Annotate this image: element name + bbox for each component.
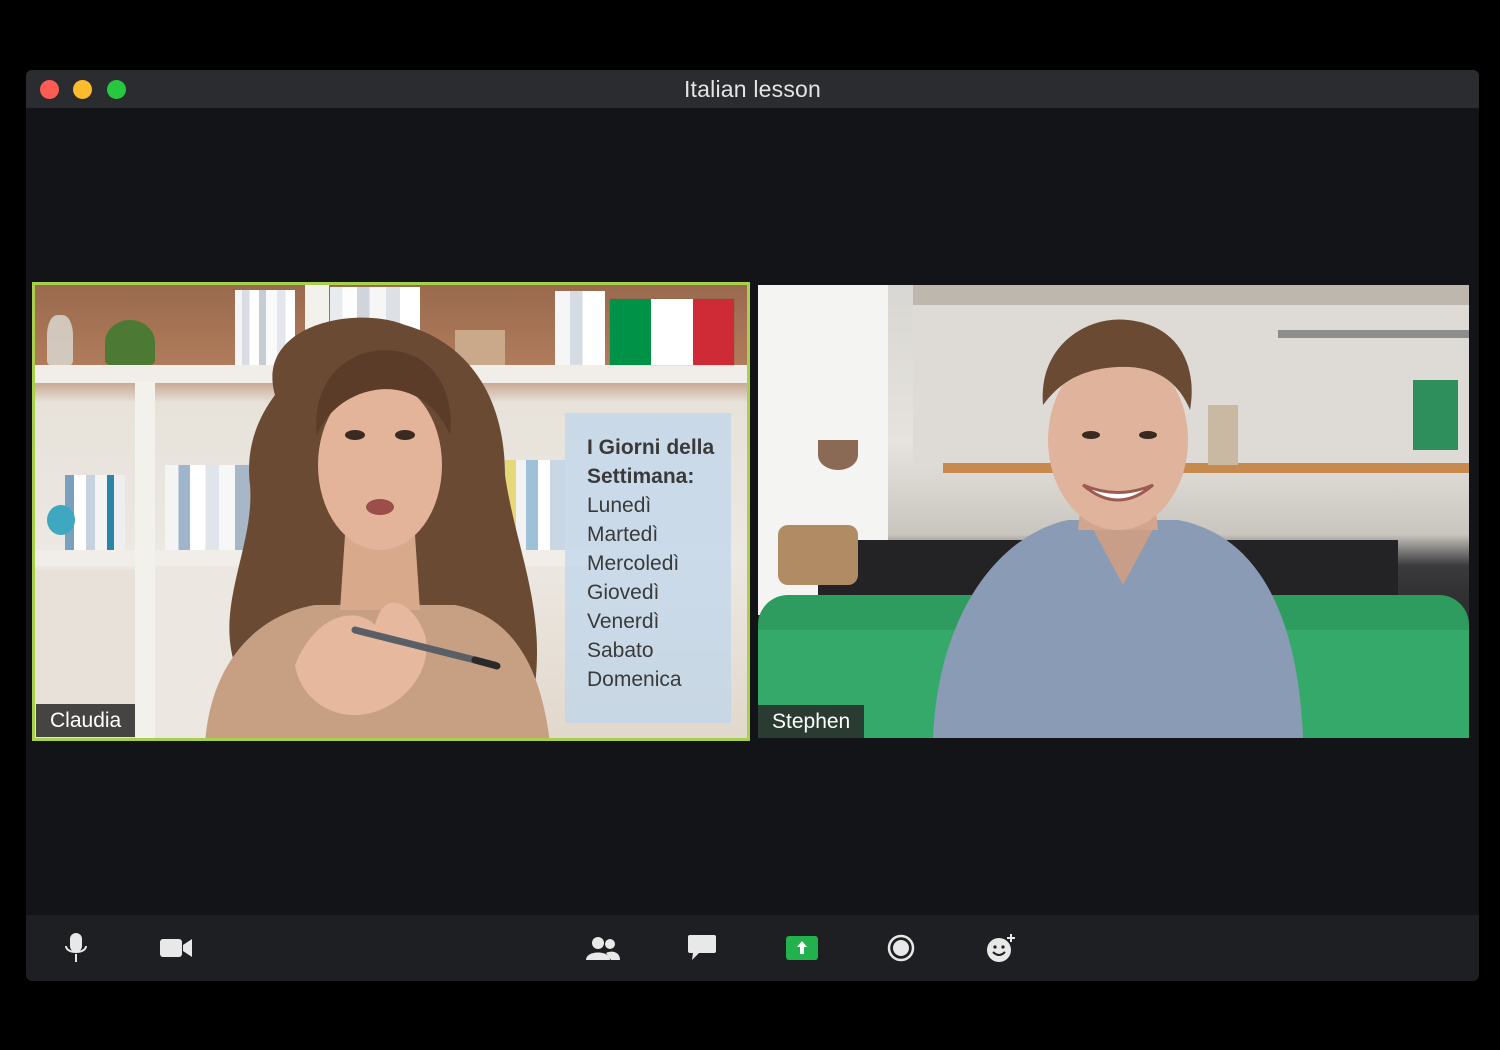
day-item: Domenica [587,668,682,691]
share-screen-icon [786,936,818,960]
reactions-icon [987,934,1015,962]
participant-name-stephen: Stephen [758,705,865,738]
share-screen-button[interactable] [782,929,822,967]
participant-stephen [933,319,1303,738]
microphone-icon [65,933,87,962]
participant-name-claudia: Claudia [36,704,136,737]
stop-video-button[interactable] [156,929,196,967]
lesson-days-list: Lunedì Martedì Mercoledì Giovedì Venerdì… [587,491,682,694]
video-camera-icon [160,939,192,957]
reactions-button[interactable] [981,929,1021,967]
title-bar: Italian lesson [26,70,1479,108]
record-button[interactable] [881,929,921,967]
chat-button[interactable] [682,929,722,967]
italian-flag [610,299,734,365]
day-item: Giovedì [587,581,660,604]
video-tile-claudia[interactable]: I Giorni della Settimana: Lunedì Martedì… [32,282,750,741]
video-feed-claudia: I Giorni della Settimana: Lunedì Martedì… [35,285,747,738]
participants-icon [586,937,620,960]
record-icon [887,934,915,962]
lesson-slide-title: I Giorni della Settimana: [587,436,715,488]
meeting-toolbar [26,915,1479,981]
day-item: Venerdì [587,610,660,633]
video-call-window: Italian lesson I Giorni della Settimana:… [26,70,1479,981]
window-title: Italian lesson [683,76,822,102]
day-item: Lunedì [587,494,652,517]
day-item: Martedì [587,523,659,546]
video-feed-stephen [758,285,1469,738]
day-item: Mercoledì [587,552,680,575]
video-tile-stephen[interactable]: Stephen [758,285,1469,738]
chat-icon [688,935,716,960]
day-item: Sabato [587,639,654,662]
participants-button[interactable] [583,929,623,967]
mute-button[interactable] [56,929,96,967]
